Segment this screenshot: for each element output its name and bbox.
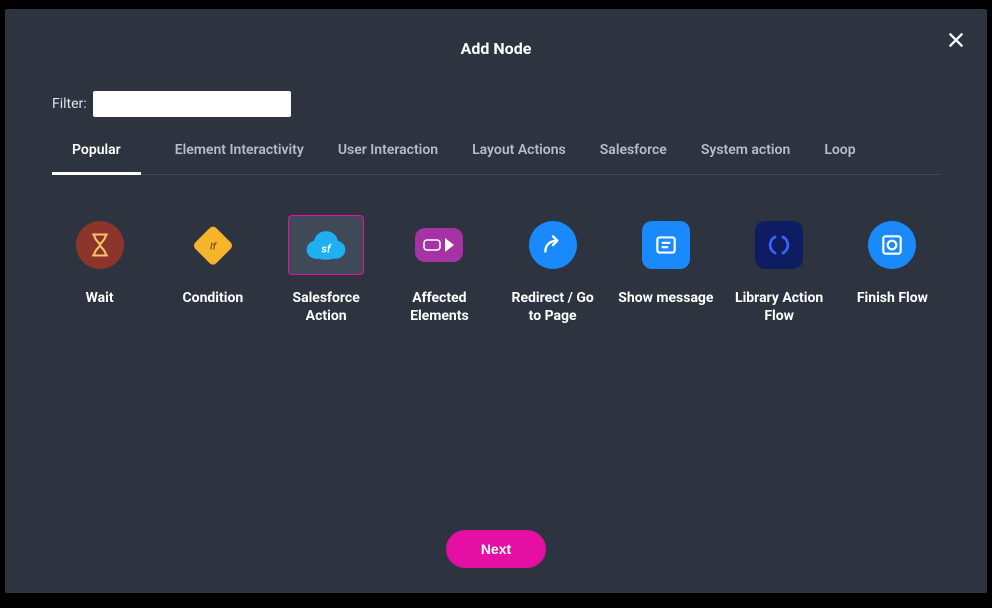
close-icon <box>947 31 965 49</box>
tab-loop[interactable]: Loop <box>824 142 855 174</box>
finish-flow-icon <box>868 221 916 269</box>
node-grid: Wait If Condition <box>52 215 940 325</box>
affected-elements-icon <box>415 228 463 262</box>
node-label: Library Action Flow <box>732 289 827 325</box>
filter-label: Filter: <box>52 96 87 112</box>
node-finish-flow[interactable]: Finish Flow <box>845 215 940 325</box>
node-show-message[interactable]: Show message <box>618 215 713 325</box>
node-wait[interactable]: Wait <box>52 215 147 325</box>
tab-system-action[interactable]: System action <box>701 142 790 174</box>
node-label: Affected Elements <box>392 289 487 325</box>
tab-element-interactivity[interactable]: Element Interactivity <box>175 142 304 174</box>
node-label: Condition <box>183 289 244 307</box>
node-redirect[interactable]: Redirect / Go to Page <box>505 215 600 325</box>
node-label: Finish Flow <box>857 289 928 307</box>
node-icon-wrap: sf <box>288 215 364 275</box>
redirect-icon <box>529 221 577 269</box>
tab-salesforce[interactable]: Salesforce <box>600 142 667 174</box>
wait-icon <box>76 221 124 269</box>
svg-text:sf: sf <box>321 242 332 255</box>
condition-icon: If <box>189 221 237 269</box>
node-label: Show message <box>618 289 713 307</box>
node-salesforce-action[interactable]: sf Salesforce Action <box>279 215 374 325</box>
tabs: Popular Element Interactivity User Inter… <box>52 142 940 175</box>
close-button[interactable] <box>947 31 967 51</box>
node-icon-wrap <box>741 215 817 275</box>
filter-input[interactable] <box>93 91 291 117</box>
message-icon <box>642 221 690 269</box>
node-library-action-flow[interactable]: Library Action Flow <box>732 215 827 325</box>
add-node-modal: Add Node Filter: Popular Element Interac… <box>5 9 987 593</box>
filter-row: Filter: <box>52 91 291 117</box>
tab-layout-actions[interactable]: Layout Actions <box>472 142 566 174</box>
node-affected-elements[interactable]: Affected Elements <box>392 215 487 325</box>
node-icon-wrap: If <box>175 215 251 275</box>
node-icon-wrap <box>401 215 477 275</box>
salesforce-icon: sf <box>302 221 350 269</box>
node-label: Wait <box>86 289 114 307</box>
node-label: Salesforce Action <box>279 289 374 325</box>
tab-popular[interactable]: Popular <box>52 142 141 175</box>
node-label: Redirect / Go to Page <box>505 289 600 325</box>
tab-user-interaction[interactable]: User Interaction <box>338 142 438 174</box>
next-button[interactable]: Next <box>446 530 546 568</box>
node-icon-wrap <box>854 215 930 275</box>
library-icon <box>755 221 803 269</box>
node-icon-wrap <box>628 215 704 275</box>
node-condition[interactable]: If Condition <box>165 215 260 325</box>
node-icon-wrap <box>515 215 591 275</box>
node-icon-wrap <box>62 215 138 275</box>
modal-title: Add Node <box>5 39 987 58</box>
